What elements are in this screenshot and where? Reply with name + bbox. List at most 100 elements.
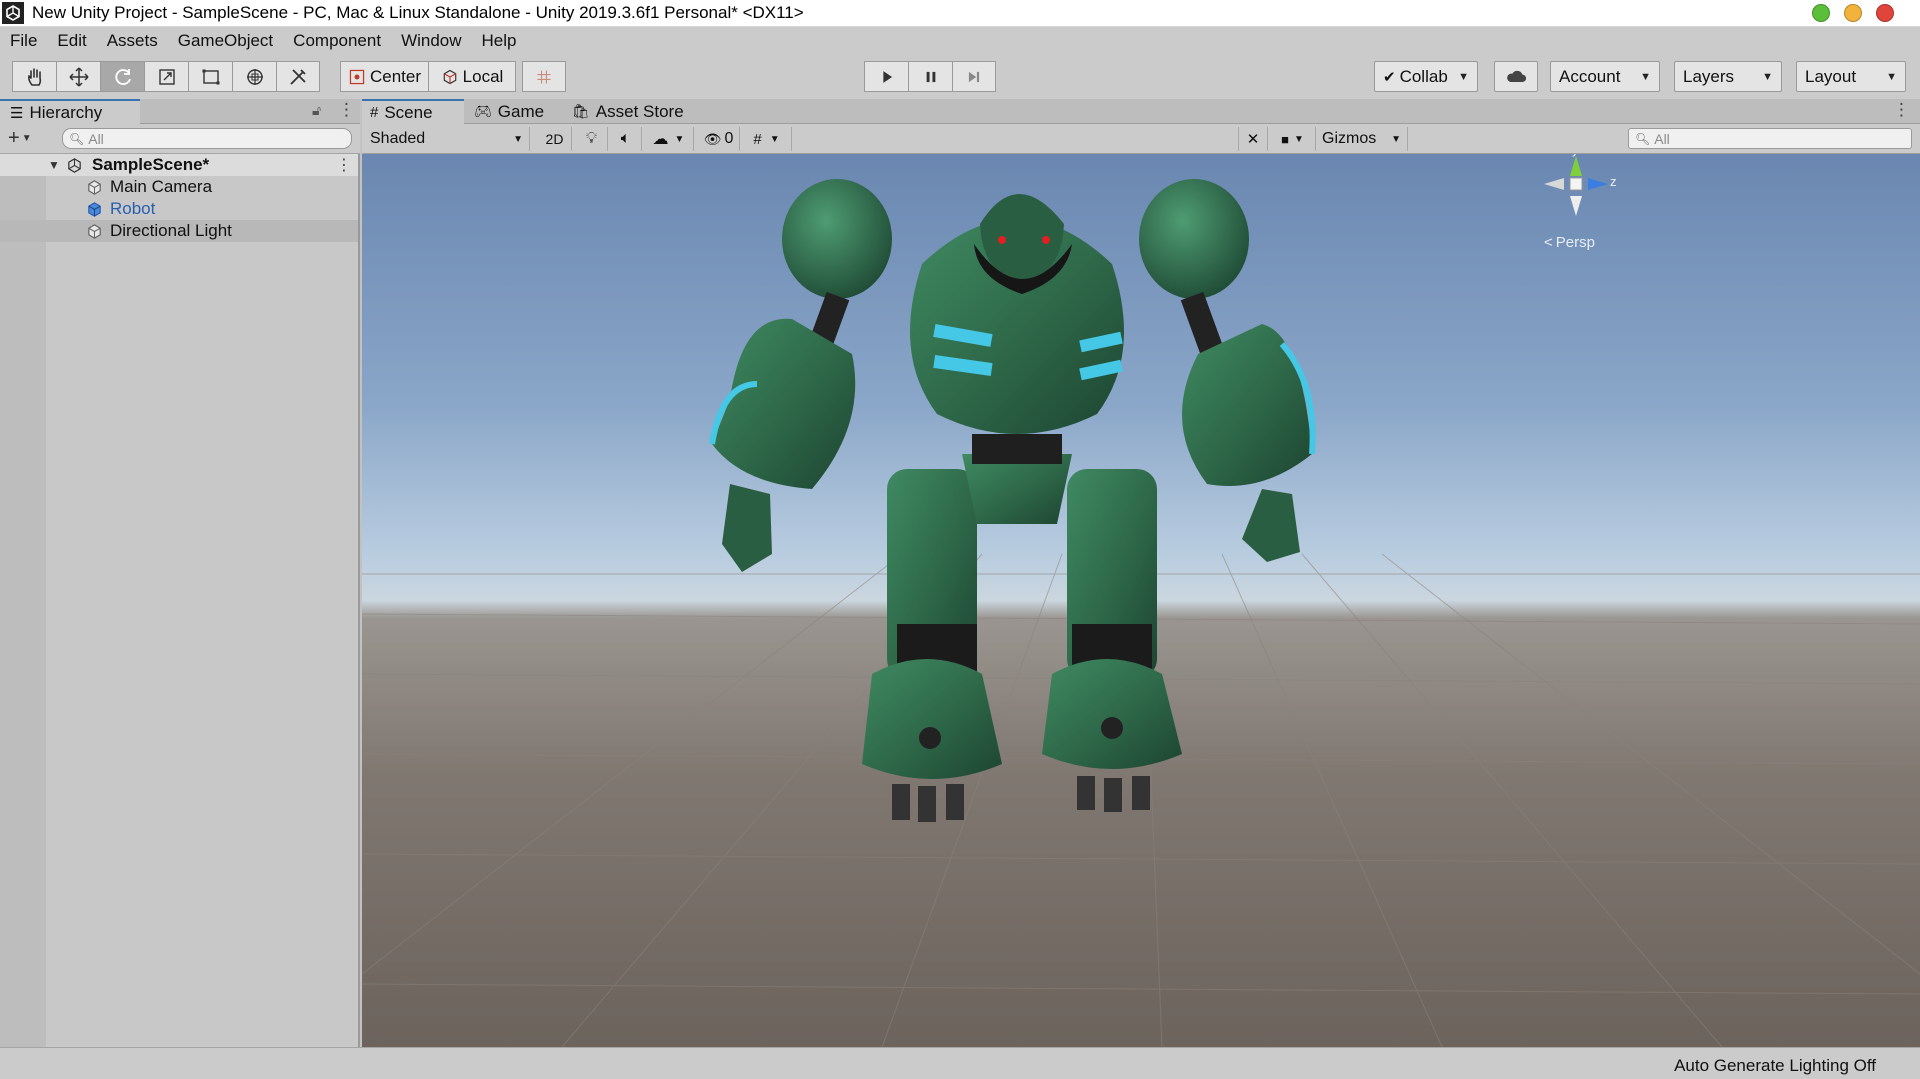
hierarchy-item-robot[interactable]: Robot <box>0 198 358 220</box>
camera-icon: ■ <box>1281 131 1289 147</box>
menu-assets[interactable]: Assets <box>107 31 168 51</box>
shopping-bag-icon: 🛍︎ <box>572 103 590 119</box>
menu-window[interactable]: Window <box>401 31 471 51</box>
pause-button[interactable] <box>908 61 952 92</box>
hierarchy-tab-label: Hierarchy <box>29 102 103 122</box>
hidden-objects-toggle[interactable]: 👁︎ 0 <box>698 127 740 151</box>
audio-toggle[interactable]: 🔈︎ <box>610 127 642 151</box>
scene-tools-button[interactable]: ✕ <box>1238 127 1268 151</box>
scale-tool-button[interactable] <box>144 61 188 92</box>
pivot-center-button[interactable]: Center <box>340 61 428 92</box>
account-label: Account <box>1559 66 1621 86</box>
more-options-icon[interactable]: ⋮ <box>1893 100 1910 120</box>
move-tool-button[interactable] <box>56 61 100 92</box>
scene-search-placeholder: All <box>1654 130 1670 147</box>
menu-file[interactable]: File <box>10 31 47 51</box>
move-arrows-icon <box>68 66 89 87</box>
pivot-local-button[interactable]: Local <box>428 61 516 92</box>
grid-dropdown[interactable]: # ▼ <box>742 127 792 151</box>
rect-tool-button[interactable] <box>188 61 232 92</box>
dropdown-caret-icon: ▼ <box>1886 70 1897 83</box>
lightbulb-icon: 💡︎ <box>585 130 598 147</box>
hierarchy-item-directional-light[interactable]: Directional Light <box>0 220 358 242</box>
shading-mode-dropdown[interactable]: Shaded ▼ <box>366 127 530 151</box>
speaker-icon: 🔈︎ <box>620 130 631 147</box>
dropdown-caret-icon: ▼ <box>1762 70 1773 83</box>
menu-component[interactable]: Component <box>293 31 391 51</box>
create-button[interactable]: + ▼ <box>8 127 32 150</box>
play-button[interactable] <box>864 61 908 92</box>
local-space-icon <box>443 69 456 84</box>
scene-viewport[interactable]: y z 🔒︎ < Persp <box>362 154 1920 1047</box>
hierarchy-item-main-camera[interactable]: Main Camera <box>0 176 358 198</box>
cloud-icon <box>1507 70 1527 82</box>
gizmos-label: Gizmos <box>1322 130 1377 147</box>
scene-row[interactable]: ▼ SampleScene* ⋮ <box>0 154 358 176</box>
layout-label: Layout <box>1805 66 1857 86</box>
tab-asset-store[interactable]: 🛍︎ Asset Store <box>564 99 714 124</box>
layout-dropdown[interactable]: Layout ▼ <box>1796 61 1906 92</box>
gamepad-icon: 🎮︎ <box>474 103 492 119</box>
hierarchy-panel: ▼ SampleScene* ⋮ Main Camera Robot Direc… <box>0 154 360 1047</box>
layers-dropdown[interactable]: Layers ▼ <box>1674 61 1782 92</box>
expand-arrow-icon[interactable]: ▼ <box>48 158 60 172</box>
account-dropdown[interactable]: Account ▼ <box>1550 61 1660 92</box>
transform-tool-button[interactable] <box>232 61 276 92</box>
hierarchy-item-label: Directional Light <box>110 221 232 240</box>
cloud-button[interactable] <box>1494 61 1538 92</box>
maximize-button[interactable] <box>1844 4 1862 22</box>
step-button[interactable] <box>952 61 996 92</box>
more-options-icon[interactable]: ⋮ <box>336 155 352 175</box>
chevron-left-icon: < <box>1544 234 1553 251</box>
gizmos-dropdown[interactable]: Gizmos ▼ <box>1318 127 1408 151</box>
hidden-eye-icon: 👁︎ <box>703 130 722 147</box>
layers-label: Layers <box>1683 66 1735 86</box>
scene-search-input[interactable]: 🔍︎ All <box>1628 128 1912 149</box>
hierarchy-gutter <box>0 154 46 1047</box>
axis-y-label: y <box>1572 154 1579 157</box>
pause-icon <box>926 71 935 82</box>
lighting-toggle[interactable]: 💡︎ <box>576 127 608 151</box>
hierarchy-tab-bar: ☰ Hierarchy 🔓︎ ⋮ <box>0 99 360 124</box>
tab-hierarchy[interactable]: ☰ Hierarchy <box>0 99 140 124</box>
toggle-2d-button[interactable]: 2D <box>538 127 572 151</box>
prefab-cube-icon <box>88 201 101 217</box>
collab-dropdown[interactable]: ✔ Collab ▼ <box>1374 61 1478 92</box>
tab-scene[interactable]: # Scene <box>362 99 464 124</box>
gameobject-cube-icon <box>88 179 101 195</box>
title-bar: New Unity Project - SampleScene - PC, Ma… <box>0 0 1920 27</box>
pivot-tools: Center Local <box>340 61 516 92</box>
lock-icon[interactable]: 🔓︎ <box>312 102 321 119</box>
hierarchy-toolbar: + ▼ 🔍︎ All <box>0 124 360 154</box>
effects-dropdown[interactable]: ☁︎ ▼ <box>644 127 694 151</box>
more-options-icon[interactable]: ⋮ <box>338 100 355 120</box>
hierarchy-item-label: Robot <box>110 199 156 218</box>
dropdown-caret-icon: ▼ <box>1640 70 1651 83</box>
search-icon: 🔍︎ <box>69 131 85 146</box>
pivot-label: Center <box>369 66 422 86</box>
lighting-status[interactable]: Auto Generate Lighting Off <box>1674 1056 1876 1076</box>
custom-tool-button[interactable] <box>276 61 320 92</box>
scene-tab-label: Scene <box>384 102 433 122</box>
asset-store-tab-label: Asset Store <box>595 101 684 121</box>
dropdown-caret-icon: ▼ <box>21 133 32 144</box>
camera-dropdown[interactable]: ■ ▼ <box>1270 127 1316 151</box>
menu-help[interactable]: Help <box>482 31 527 51</box>
projection-toggle[interactable]: < Persp <box>1544 234 1595 251</box>
tab-game[interactable]: 🎮︎ Game <box>466 99 562 124</box>
hand-tool-button[interactable] <box>12 61 56 92</box>
hierarchy-search-input[interactable]: 🔍︎ All <box>62 128 352 149</box>
tools-icon: ✕ <box>1246 131 1260 148</box>
projection-label: Persp <box>1555 234 1595 251</box>
axis-z-label: z <box>1610 174 1617 189</box>
snap-tools <box>522 61 566 92</box>
close-button[interactable] <box>1876 4 1894 22</box>
pivot-icon <box>349 69 365 84</box>
lock-icon[interactable]: 🔒︎ <box>1892 154 1898 157</box>
minimize-button[interactable] <box>1812 4 1830 22</box>
mode-2d-label: 2D <box>545 131 564 147</box>
rotate-tool-button[interactable] <box>100 61 144 92</box>
grid-snap-button[interactable] <box>522 61 566 92</box>
menu-edit[interactable]: Edit <box>57 31 96 51</box>
menu-gameobject[interactable]: GameObject <box>178 31 283 51</box>
